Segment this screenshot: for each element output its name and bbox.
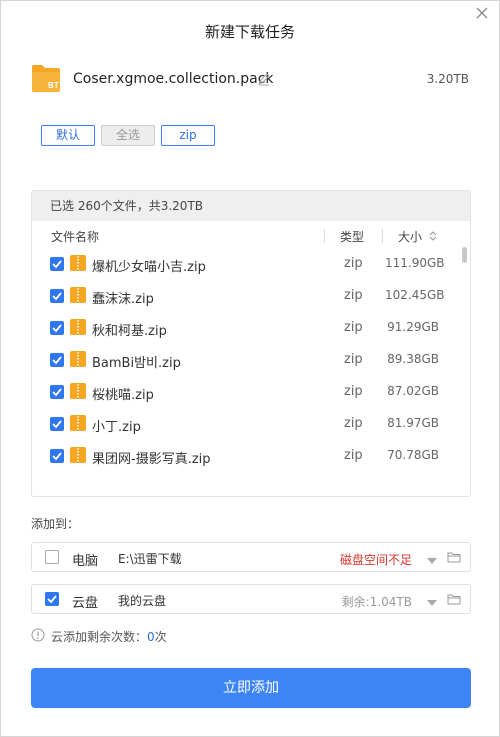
torrent-pack-row: BT Coser.xgmoe.collection.pack 3.20TB — [31, 63, 469, 95]
zip-file-icon — [70, 287, 86, 303]
file-size: 87.02GB — [387, 384, 439, 398]
table-row[interactable]: 果团网-摄影写真.zip zip 70.78GB — [32, 440, 470, 472]
file-size: 91.29GB — [387, 320, 439, 334]
file-list-panel: 已选 260个文件，共3.20TB 文件名称 类型 大小 爆机少女喵小吉.zip… — [31, 190, 471, 497]
file-name: 爆机少女喵小吉.zip — [92, 260, 206, 275]
zip-file-icon — [70, 319, 86, 335]
file-checkbox[interactable] — [50, 257, 64, 271]
cloud-label: 云盘 — [72, 596, 99, 611]
add-to-heading: 添加到： — [31, 517, 80, 531]
dropdown-arrow-icon[interactable] — [427, 554, 437, 564]
cloud-checkbox[interactable] — [45, 592, 59, 606]
file-size: 111.90GB — [385, 256, 445, 270]
select-all-button[interactable]: 全选 — [101, 125, 155, 146]
file-size: 70.78GB — [387, 448, 439, 462]
file-checkbox[interactable] — [50, 353, 64, 367]
edit-icon[interactable] — [257, 72, 271, 86]
file-checkbox[interactable] — [50, 417, 64, 431]
pack-name: Coser.xgmoe.collection.pack — [73, 71, 274, 87]
file-checkbox[interactable] — [50, 449, 64, 463]
file-type: zip — [344, 352, 363, 367]
pack-size: 3.20TB — [426, 72, 469, 86]
file-name: 小丁.zip — [92, 420, 141, 435]
quota-unit: 次 — [154, 630, 167, 644]
file-name: BamBi밤비.zip — [92, 356, 181, 371]
sort-icon[interactable] — [428, 230, 438, 242]
file-size: 102.45GB — [385, 288, 445, 302]
file-list-scrollbar[interactable] — [462, 247, 467, 263]
file-type: zip — [344, 384, 363, 399]
column-header-size[interactable]: 大小 — [398, 228, 422, 245]
folder-icon[interactable] — [447, 550, 461, 564]
zip-file-icon — [70, 415, 86, 431]
file-name: 蠢沫沫.zip — [92, 292, 154, 307]
zip-file-icon — [70, 255, 86, 271]
table-row[interactable]: 小丁.zip zip 81.97GB — [32, 408, 470, 440]
zip-file-icon — [70, 383, 86, 399]
table-row[interactable]: 爆机少女喵小吉.zip zip 111.90GB — [32, 248, 470, 280]
bt-icon-label: BT — [48, 81, 59, 90]
file-checkbox[interactable] — [50, 321, 64, 335]
pc-path: E:\迅雷下载 — [118, 552, 182, 566]
new-download-dialog: 新建下载任务 BT Coser.xgmoe.collection.pack 3.… — [0, 0, 500, 737]
pc-checkbox[interactable] — [45, 550, 59, 564]
default-filter-button[interactable]: 默认 — [41, 125, 95, 146]
cloud-path: 我的云盘 — [118, 594, 167, 608]
file-size: 89.38GB — [387, 352, 439, 366]
file-checkbox[interactable] — [50, 385, 64, 399]
pc-label: 电脑 — [72, 554, 99, 569]
info-icon — [31, 628, 45, 642]
folder-icon[interactable] — [447, 592, 461, 606]
file-rows: 爆机少女喵小吉.zip zip 111.90GB 蠢沫沫.zip zip 102… — [32, 248, 470, 472]
table-row[interactable]: 蠢沫沫.zip zip 102.45GB — [32, 280, 470, 312]
file-type: zip — [344, 416, 363, 431]
destination-cloud-row[interactable]: 云盘 我的云盘 剩余:1.04TB — [31, 584, 471, 614]
file-type: zip — [344, 448, 363, 463]
cloud-status: 剩余:1.04TB — [341, 595, 412, 609]
file-checkbox[interactable] — [50, 289, 64, 303]
zip-file-icon — [70, 447, 86, 463]
selection-summary: 已选 260个文件，共3.20TB — [32, 191, 470, 221]
bt-file-icon: BT — [31, 63, 61, 93]
pc-status: 磁盘空间不足 — [339, 553, 412, 567]
file-size: 81.97GB — [387, 416, 439, 430]
column-divider — [382, 229, 383, 243]
dialog-title: 新建下载任务 — [204, 23, 295, 41]
table-row[interactable]: 桜桃喵.zip zip 87.02GB — [32, 376, 470, 408]
zip-file-icon — [70, 351, 86, 367]
zip-filter-button[interactable]: zip — [161, 125, 215, 146]
file-name: 桜桃喵.zip — [92, 388, 154, 403]
add-now-button[interactable]: 立即添加 — [31, 668, 471, 708]
column-divider — [324, 229, 325, 243]
table-row[interactable]: 秋和柯基.zip zip 91.29GB — [32, 312, 470, 344]
quota-text: 云添加剩余次数： — [51, 630, 148, 644]
file-name: 果团网-摄影写真.zip — [92, 452, 211, 467]
destination-pc-row[interactable]: 电脑 E:\迅雷下载 磁盘空间不足 — [31, 542, 471, 572]
column-header-type[interactable]: 类型 — [340, 228, 364, 245]
file-list-header: 文件名称 类型 大小 — [32, 225, 470, 247]
file-name: 秋和柯基.zip — [92, 324, 167, 339]
quota-count: 0 — [147, 630, 155, 644]
file-type: zip — [344, 288, 363, 303]
close-icon[interactable] — [475, 6, 489, 20]
file-type: zip — [344, 256, 363, 271]
table-row[interactable]: BamBi밤비.zip zip 89.38GB — [32, 344, 470, 376]
dropdown-arrow-icon[interactable] — [427, 596, 437, 606]
column-header-name[interactable]: 文件名称 — [51, 228, 99, 245]
file-type: zip — [344, 320, 363, 335]
